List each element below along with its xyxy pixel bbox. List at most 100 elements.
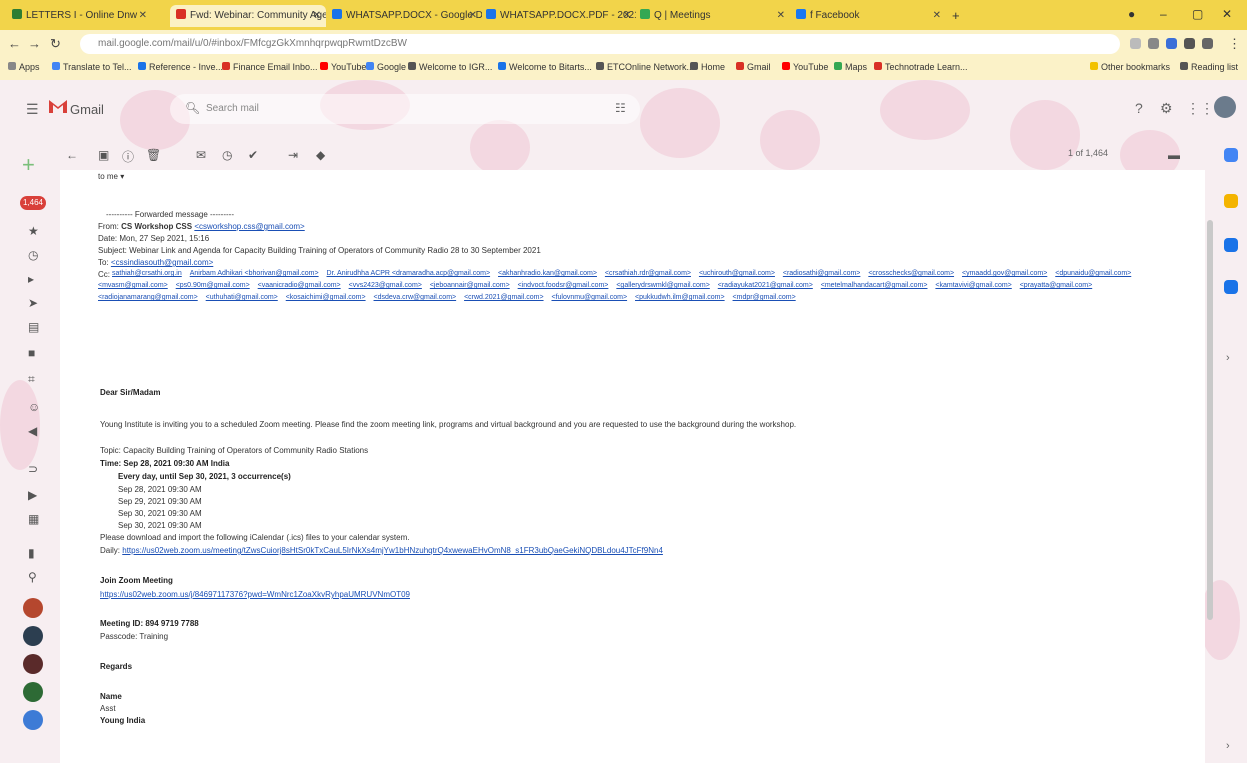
account-avatar[interactable] (1214, 96, 1236, 118)
delete-icon[interactable]: 🗑︎ (146, 148, 161, 162)
extension-icon[interactable] (1166, 38, 1177, 49)
search-input[interactable]: Search mail (206, 103, 259, 114)
main-menu-icon[interactable]: ☰ (26, 101, 39, 118)
bookmark-item[interactable]: Reading list (1180, 62, 1238, 72)
more-icon[interactable]: ⊃ (28, 462, 38, 476)
cc-email-link[interactable]: <pukkudwh.ilm@gmail.com> (635, 294, 725, 301)
search-icon[interactable]: 🔍︎ (185, 101, 200, 115)
cc-email-link[interactable]: <radiayukat2021@gmail.com> (718, 282, 813, 289)
profile-icon[interactable]: ● (1128, 7, 1135, 21)
contacts-icon[interactable] (1224, 280, 1238, 294)
minimize-icon[interactable]: – (1160, 7, 1167, 21)
cc-email-link[interactable]: Dr. Anirudhha ACPR <dramaradha.acp@gmail… (327, 270, 491, 277)
to-email-link[interactable]: <cssindiasouth@gmail.com> (111, 258, 213, 267)
cc-email-link[interactable]: <ymaadd.gov@gmail.com> (962, 270, 1047, 277)
tab-close-icon[interactable]: ✕ (469, 5, 477, 27)
gmail-logo-icon[interactable] (48, 98, 68, 114)
bookmark-item[interactable]: Maps (834, 62, 867, 72)
keyboard-options-icon[interactable]: ▬ (1168, 148, 1180, 162)
hide-side-panel-icon[interactable]: › (1226, 740, 1230, 752)
important-icon[interactable]: ▸ (28, 272, 34, 286)
add-task-icon[interactable]: ✔ (248, 148, 258, 162)
cc-email-link[interactable]: <fulovnmu@gmail.com> (551, 294, 627, 301)
forward-icon[interactable]: → (28, 36, 41, 51)
keyboard-icon[interactable]: ▦ (28, 512, 39, 526)
back-icon[interactable]: ← (8, 36, 21, 51)
spaces-icon[interactable]: ◀ (28, 424, 37, 438)
cc-email-link[interactable]: <crwd.2021@gmail.com> (464, 294, 543, 301)
bookmark-item[interactable]: Google (366, 62, 406, 72)
browser-tab[interactable]: WHATSAPP.DOCX - Google D ✕ (326, 5, 482, 27)
contact-avatar[interactable] (23, 626, 43, 646)
snoozed-icon[interactable]: ◷ (28, 248, 38, 262)
recipient-snippet[interactable]: to me ▾ (98, 172, 124, 181)
settings-gear-icon[interactable]: ⚙ (1160, 100, 1173, 117)
bookmark-item[interactable]: Translate to Tel... (52, 62, 132, 72)
cc-email-link[interactable]: <prayatta@gmail.com> (1020, 282, 1092, 289)
starred-icon[interactable]: ★ (28, 224, 39, 238)
label-icon[interactable]: ■ (28, 346, 35, 360)
tab-close-icon[interactable]: ✕ (313, 5, 321, 27)
cc-email-link[interactable]: <metelmalhandacart@gmail.com> (821, 282, 928, 289)
contact-avatar[interactable] (23, 598, 43, 618)
calendar-icon[interactable] (1224, 148, 1238, 162)
daily-ics-link[interactable]: https://us02web.zoom.us/meeting/tZwsCuio… (122, 546, 663, 555)
cc-email-link[interactable]: <mvasm@gmail.com> (98, 282, 168, 289)
contact-search-icon[interactable]: ⚲ (28, 570, 37, 584)
cc-email-link[interactable]: <radiosathi@gmail.com> (783, 270, 861, 277)
compose-icon[interactable]: + (22, 152, 35, 178)
extension-icon[interactable] (1202, 38, 1213, 49)
contact-avatar[interactable] (23, 710, 43, 730)
cc-email-link[interactable]: <ps0.90m@gmail.com> (176, 282, 250, 289)
tab-close-icon[interactable]: ✕ (777, 5, 785, 27)
help-icon[interactable]: ? (1135, 100, 1143, 116)
maximize-icon[interactable]: ▢ (1192, 7, 1203, 21)
cc-email-link[interactable]: <uthuhati@gmail.com> (206, 294, 278, 301)
tasks-icon[interactable] (1224, 238, 1238, 252)
chat-icon[interactable]: ☺ (28, 400, 40, 414)
cc-email-link[interactable]: <jeboannair@gmail.com> (430, 282, 510, 289)
reload-icon[interactable]: ↻ (50, 36, 61, 52)
cc-email-link[interactable]: <vvs2423@gmail.com> (349, 282, 422, 289)
cc-email-link[interactable]: <gallerydrswmkl@gmail.com> (616, 282, 709, 289)
video-icon[interactable]: ▶ (28, 488, 37, 502)
expand-panel-icon[interactable]: › (1226, 352, 1230, 364)
contact-avatar[interactable] (23, 682, 43, 702)
bookmark-item[interactable]: YouTube (782, 62, 828, 72)
cc-email-link[interactable]: <crosschecks@gmail.com> (868, 270, 954, 277)
join-zoom-link[interactable]: https://us02web.zoom.us/j/84697117376?pw… (100, 590, 410, 599)
keep-icon[interactable] (1224, 194, 1238, 208)
bookmark-item[interactable]: ETCOnline Network... (596, 62, 694, 72)
from-email-link[interactable]: <csworkshop.css@gmail.com> (194, 222, 304, 231)
bookmark-item[interactable]: Reference - Inve... (138, 62, 223, 72)
new-tab-button[interactable]: + (952, 8, 960, 23)
browser-tab[interactable]: WHATSAPP.DOCX.PDF - 2021-2 ✕ (480, 5, 636, 27)
archive-icon[interactable]: ▣ (98, 148, 109, 162)
tab-close-icon[interactable]: ✕ (139, 5, 147, 27)
bookmark-item[interactable]: Other bookmarks (1090, 62, 1170, 72)
browser-tab[interactable]: Fwd: Webinar: Community Agency✕ (170, 5, 326, 27)
tab-close-icon[interactable]: ✕ (933, 5, 941, 27)
cc-email-link[interactable]: sathiah@crsathi.org.in (112, 270, 182, 277)
tab-close-icon[interactable]: ✕ (623, 5, 631, 27)
phone-icon[interactable]: ▮ (28, 546, 35, 560)
bookmark-item[interactable]: Home (690, 62, 725, 72)
labels-icon[interactable]: ◆ (316, 148, 325, 162)
browser-tab[interactable]: Q | Meetings ✕ (634, 5, 790, 27)
browser-tab[interactable]: f Facebook ✕ (790, 5, 946, 27)
cc-email-link[interactable]: <kosaichimi@gmail.com> (286, 294, 366, 301)
cc-email-link[interactable]: <dsdeva.crw@gmail.com> (374, 294, 457, 301)
cc-email-link[interactable]: <mdpr@gmail.com> (733, 294, 796, 301)
browser-tab[interactable]: LETTERS I - Online Dnw ✕ (6, 5, 152, 27)
cc-email-link[interactable]: <radiojanamarang@gmail.com> (98, 294, 198, 301)
bookmark-item[interactable]: Welcome to Bitarts... (498, 62, 592, 72)
cc-email-link[interactable]: <indvoct.foodsr@gmail.com> (518, 282, 609, 289)
bookmark-item[interactable]: YouTube (320, 62, 366, 72)
apps-grid-icon[interactable]: ⋮⋮ (1186, 100, 1214, 117)
close-window-icon[interactable]: ✕ (1222, 7, 1232, 21)
sent-icon[interactable]: ➤ (28, 296, 38, 310)
cc-email-link[interactable]: <uchirouth@gmail.com> (699, 270, 775, 277)
bookmark-item[interactable]: Apps (8, 62, 40, 72)
extension-icon[interactable] (1148, 38, 1159, 49)
bookmark-item[interactable]: Gmail (736, 62, 771, 72)
